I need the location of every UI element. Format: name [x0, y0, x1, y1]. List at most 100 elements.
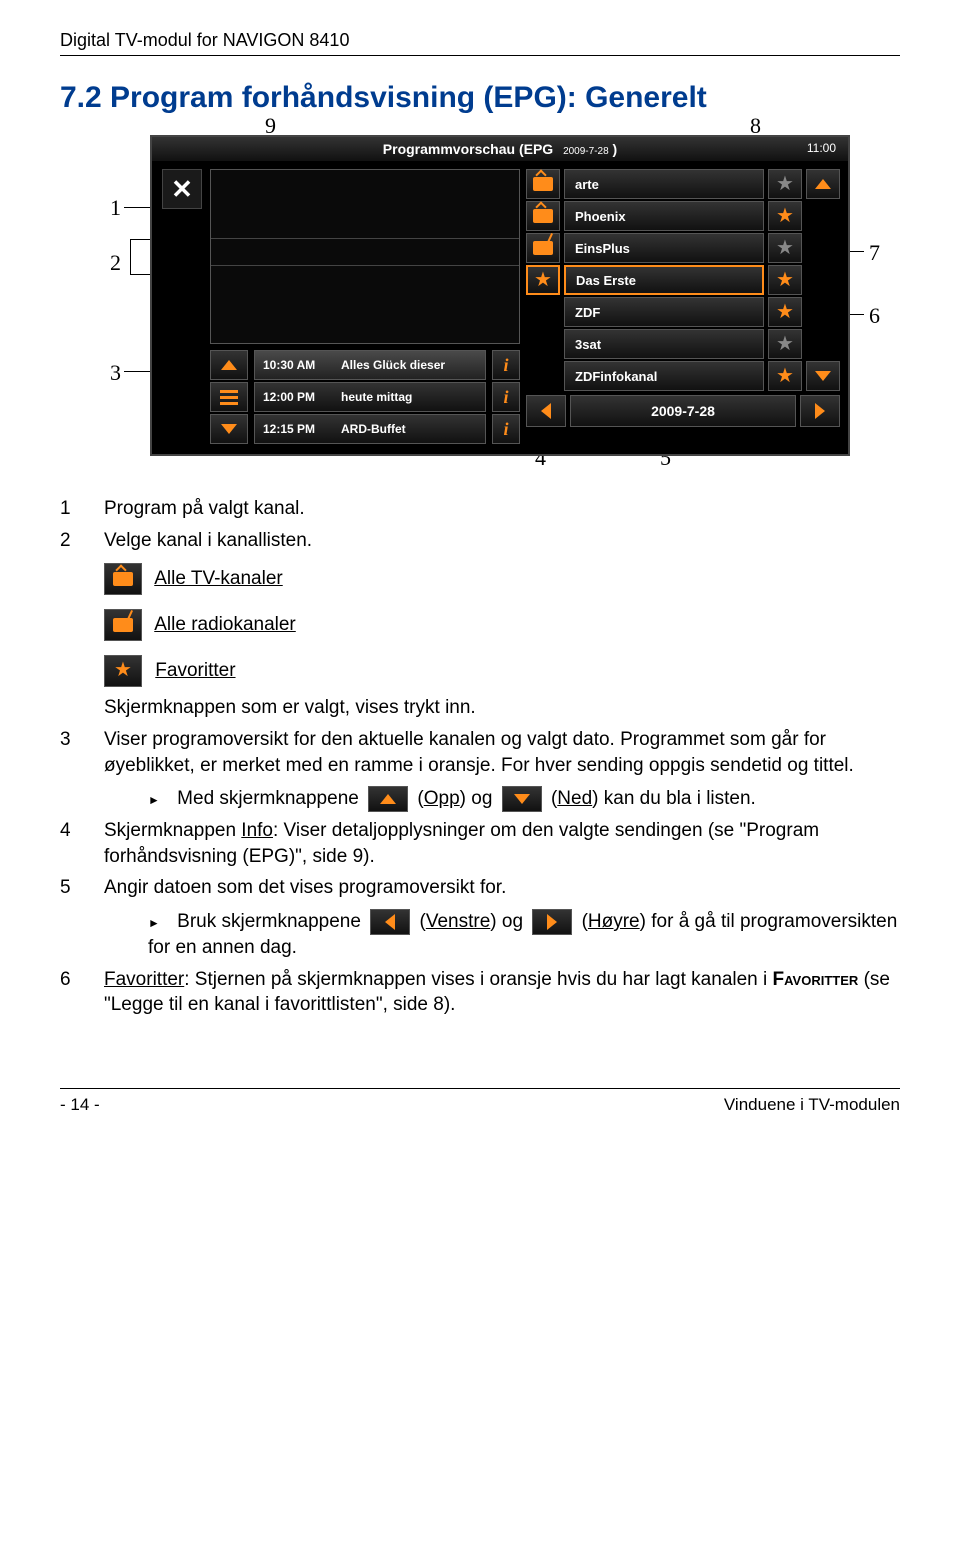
favorite-button[interactable]: ★ [768, 233, 802, 263]
text: (Venstre) og [420, 911, 529, 932]
favorite-button[interactable]: ★ [768, 297, 802, 327]
left-button-inline [370, 909, 410, 935]
arrow-down-icon [221, 424, 237, 434]
footer-left: - 14 - [60, 1095, 100, 1115]
callout-bracket [130, 239, 150, 275]
program-cell[interactable]: 10:30 AM Alles Glück dieser [254, 350, 486, 380]
favorite-button[interactable]: ★ [768, 169, 802, 199]
legend: 1 Program på valgt kanal. 2 Velge kanal … [60, 496, 900, 1018]
arrow-right-icon [547, 914, 557, 930]
section-title: 7.2 Program forhåndsvisning (EPG): Gener… [60, 81, 900, 115]
star-icon: ★ [776, 363, 794, 388]
date-prev-button[interactable] [526, 395, 566, 427]
tv-icon [533, 177, 553, 191]
legend-subline: Alle TV-kanaler [104, 563, 900, 595]
right-button-inline [532, 909, 572, 935]
text: : Stjernen på skjermknappen vises i oran… [184, 969, 772, 990]
down-button-inline [502, 786, 542, 812]
info-button[interactable]: i [492, 350, 520, 380]
preview-slice [211, 238, 519, 266]
tv-icon [113, 572, 133, 586]
close-button[interactable]: ✕ [162, 169, 202, 209]
channel-name[interactable]: Phoenix [564, 201, 764, 231]
channel-name[interactable]: 3sat [564, 329, 764, 359]
date-next-button[interactable] [800, 395, 840, 427]
preview-box [210, 169, 520, 344]
close-icon: ✕ [171, 174, 193, 205]
channel-row: ★ Das Erste ★ [526, 265, 840, 295]
program-time: 10:30 AM [263, 358, 331, 372]
legend-text: Skjermknappen Info: Viser detaljopplysni… [104, 818, 900, 869]
arrow-down-icon [815, 371, 831, 381]
channel-name[interactable]: EinsPlus [564, 233, 764, 263]
epg-screen: Programmvorschau (EPG 2009-7-28 ) 11:00 … [150, 135, 850, 456]
text: Bruk skjermknappene [177, 911, 366, 932]
tv-icon-box [104, 563, 142, 595]
date-display: 2009-7-28 [570, 395, 796, 427]
channel-type-button[interactable] [526, 201, 560, 231]
legend-text: Angir datoen som det vises programoversi… [104, 875, 900, 960]
favorite-button[interactable]: ★ [768, 265, 802, 295]
right-column: arte ★ Phoenix ★ EinsPlus ★ [526, 169, 840, 446]
channel-name[interactable]: ZDFinfokanal [564, 361, 764, 391]
link-favorites: Favoritter [155, 660, 235, 681]
scroll-up-button[interactable] [806, 169, 840, 199]
program-time: 12:00 PM [263, 390, 331, 404]
epg-title: Programmvorschau (EPG [383, 141, 553, 157]
favorite-button[interactable]: ★ [768, 361, 802, 391]
date-nav-row: 2009-7-28 [526, 395, 840, 427]
legend-text: Viser programoversikt for den aktuelle k… [104, 727, 900, 812]
legend-text: Velge kanal i kanallisten. Alle TV-kanal… [104, 528, 900, 721]
star-icon: ★ [776, 267, 794, 292]
arrow-up-icon [221, 360, 237, 370]
program-list: 10:30 AM Alles Glück dieser i 12:00 PM h… [210, 350, 520, 444]
info-button[interactable]: i [492, 382, 520, 412]
tv-icon [533, 209, 553, 223]
text: (Opp) og [417, 788, 497, 809]
favorite-button[interactable]: ★ [768, 329, 802, 359]
arrow-down-icon [514, 794, 530, 804]
callout-1: 1 [110, 195, 121, 221]
program-cell[interactable]: 12:15 PM ARD-Buffet [254, 414, 486, 444]
star-icon: ★ [776, 331, 794, 356]
channel-name[interactable]: arte [564, 169, 764, 199]
legend-subline: Alle radiokanaler [104, 609, 900, 641]
channel-name[interactable]: ZDF [564, 297, 764, 327]
program-cell[interactable]: 12:00 PM heute mittag [254, 382, 486, 412]
text: (Ned) kan du bla i listen. [551, 788, 756, 809]
epg-title-paren: ) [613, 141, 618, 157]
page-footer: - 14 - Vinduene i TV-modulen [60, 1088, 900, 1115]
legend-num: 5 [60, 875, 80, 960]
epg-titlebar: Programmvorschau (EPG 2009-7-28 ) 11:00 [152, 137, 848, 161]
radio-icon-box [104, 609, 142, 641]
text: Skjermknappen Info: Viser detaljopplysni… [104, 820, 819, 867]
channel-row: 3sat ★ [526, 329, 840, 359]
legend-line: Angir datoen som det vises programoversi… [104, 875, 900, 901]
channel-type-button[interactable] [526, 169, 560, 199]
label-left: Venstre [426, 911, 490, 932]
star-icon: ★ [776, 203, 794, 228]
channel-name[interactable]: Das Erste [564, 265, 764, 295]
legend-bullet: Med skjermknappene (Opp) og (Ned) kan du… [148, 786, 900, 812]
epg-title-time: 11:00 [807, 141, 836, 155]
program-row: 10:30 AM Alles Glück dieser i [210, 350, 520, 380]
scroll-down-button[interactable] [210, 414, 248, 444]
hamburger-icon [220, 390, 238, 405]
label-down: Ned [557, 788, 592, 809]
channel-type-button[interactable]: ★ [526, 265, 560, 295]
legend-num: 2 [60, 528, 80, 721]
arrow-up-icon [380, 794, 396, 804]
menu-button[interactable] [210, 382, 248, 412]
legend-subline: ★ Favoritter [104, 655, 900, 687]
header-rule [60, 55, 900, 56]
channel-row: ZDF ★ [526, 297, 840, 327]
left-column: 10:30 AM Alles Glück dieser i 12:00 PM h… [210, 169, 520, 446]
scroll-up-button[interactable] [210, 350, 248, 380]
legend-text: Favoritter: Stjernen på skjermknappen vi… [104, 967, 900, 1018]
info-button[interactable]: i [492, 414, 520, 444]
channel-type-button[interactable] [526, 233, 560, 263]
callout-3: 3 [110, 360, 121, 386]
program-time: 12:15 PM [263, 422, 331, 436]
scroll-down-button[interactable] [806, 361, 840, 391]
favorite-button[interactable]: ★ [768, 201, 802, 231]
